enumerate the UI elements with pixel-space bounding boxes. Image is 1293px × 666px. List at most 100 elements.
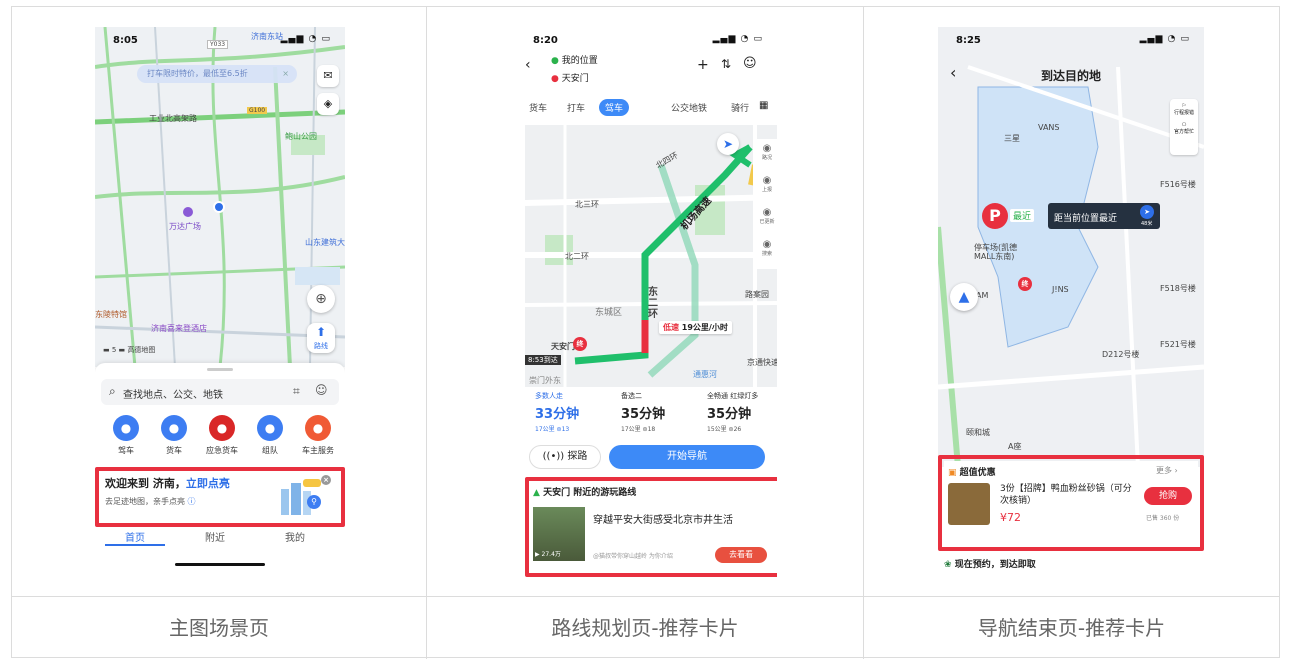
- add-waypoint-icon[interactable]: +: [697, 57, 709, 73]
- welcome-card[interactable]: 欢迎来到 济南，立即点亮 去足迹地图，亲手点亮 ⓘ: [105, 475, 305, 515]
- column-divider: [426, 7, 427, 659]
- route-options: 多数人走 33分钟 17公里 ⊜13 备选二 35分钟 17公里 ⊜18 全畅通 红绿灯多 3…: [525, 389, 777, 437]
- card-thumbnail: ▶ 27.4万: [533, 507, 585, 561]
- quick-item-label: 货车: [166, 446, 182, 455]
- map-tool-1[interactable]: ◉ 上报: [753, 175, 777, 193]
- quick-item-truck[interactable]: ● 货车: [151, 415, 197, 461]
- route-header: ‹ ● 我的位置 ● 天安门 + ⇅ ☺: [521, 51, 771, 87]
- map-label-north2: 北二环: [565, 252, 589, 261]
- caption-route-plan: 路线规划页-推荐卡片: [551, 616, 739, 640]
- road-badge: G100: [247, 107, 268, 114]
- quick-item-label: 组队: [262, 446, 278, 455]
- mode-tab-4[interactable]: 骑行: [725, 99, 755, 116]
- map-view[interactable]: 8:05 ▂▄▆ ◔ ▭ 济南东站 Y033 打车限时特价，最低至6.5折 × …: [95, 27, 345, 367]
- buy-button[interactable]: 抢购: [1144, 487, 1192, 505]
- tab-2[interactable]: 我的: [265, 529, 325, 544]
- mode-tab-3[interactable]: 公交地铁: [665, 99, 713, 116]
- probe-button[interactable]: ((•)) 探路: [529, 445, 601, 469]
- phone-main-map: 8:05 ▂▄▆ ◔ ▭ 济南东站 Y033 打车限时特价，最低至6.5折 × …: [95, 27, 345, 572]
- go-see-button[interactable]: 去看看: [715, 547, 767, 563]
- route-option-2[interactable]: 全畅通 红绿灯多 35分钟 15公里 ⊜26: [697, 389, 777, 437]
- more-link[interactable]: 更多 ›: [1156, 465, 1178, 476]
- truck-icon: ●: [161, 415, 187, 441]
- route-option-text: 多数人走: [535, 392, 563, 400]
- assistant-icon[interactable]: ☺: [315, 383, 328, 397]
- drag-handle[interactable]: [207, 368, 233, 371]
- column-divider: [863, 7, 864, 659]
- mode-tab-0[interactable]: 货车: [523, 99, 553, 116]
- card-close-icon[interactable]: ×: [321, 475, 331, 485]
- mode-tab-1[interactable]: 打车: [561, 99, 591, 116]
- map-label-tool: 路案园: [745, 290, 769, 299]
- quick-item-car-owner[interactable]: ● 车主服务: [295, 415, 341, 461]
- arrow-right-icon: ⓘ: [187, 497, 196, 506]
- map-tool-3[interactable]: ◉ 搜索: [753, 239, 777, 257]
- assistant-icon[interactable]: ☺: [743, 56, 757, 71]
- route-option-0[interactable]: 多数人走 33分钟 17公里 ⊜13: [525, 389, 609, 437]
- page-title: 到达目的地: [1040, 69, 1101, 83]
- route-option-text: 15公里 ⊜26: [707, 426, 742, 433]
- sold-count: 已售 360 份: [1146, 515, 1180, 522]
- search-box[interactable]: ⌕ 查找地点、公交、地铁 ⌗ ☺: [101, 379, 339, 405]
- quick-item-team[interactable]: ● 组队: [247, 415, 293, 461]
- scan-icon[interactable]: ⌗: [293, 384, 300, 399]
- quick-item-emergency-truck[interactable]: ● 应急货车: [199, 415, 245, 461]
- map-tool-2[interactable]: ◉ 已更新: [753, 207, 777, 225]
- current-location-marker: [213, 201, 225, 213]
- route-button[interactable]: ⬆ 路线: [307, 323, 335, 353]
- locate-button[interactable]: ⊕: [307, 285, 335, 313]
- destination-map[interactable]: 8:25 ▂▄▆ ◔ ▭ ‹ 到达目的地 ⚐ 行程报错 ⎔ 官方帮忙 三星 VANS…: [938, 27, 1204, 467]
- grid-menu-icon[interactable]: ▦: [759, 100, 768, 111]
- travel-card[interactable]: ▲ 天安门 附近的游玩路线 ▶ 27.4万 穿越平安大街感受北京市井生活 @猫叔…: [533, 485, 773, 569]
- navigation-arrow-icon: ➤: [717, 133, 739, 155]
- promo-bar[interactable]: 打车限时特价，最低至6.5折 ×: [137, 65, 297, 83]
- mode-tab-2[interactable]: 驾车: [599, 99, 630, 116]
- mall-poi-icon[interactable]: [183, 207, 193, 217]
- close-icon[interactable]: ×: [282, 65, 289, 83]
- layers-icon[interactable]: ◈: [317, 93, 339, 115]
- tab-0[interactable]: 首页: [105, 529, 165, 546]
- map-tools: ◉ 路况 ◉ 上报 ◉ 已更新 ◉ 搜索: [753, 139, 777, 269]
- official-help-button[interactable]: ⎔ 官方帮忙: [1170, 122, 1198, 135]
- map-label-jingtong: 京通快速路: [747, 358, 777, 367]
- report-error-button[interactable]: ⚐ 行程报错: [1170, 103, 1198, 116]
- mountain-icon: ▲: [533, 488, 540, 498]
- route-option-text: 17公里 ⊜18: [621, 426, 656, 433]
- nearest-tooltip: 距当前位置最近 ➤ 48米: [1048, 203, 1160, 229]
- map-label-expressway: 工业北高架路: [149, 114, 197, 123]
- arrival-time-badge: 8:53到达: [525, 355, 561, 365]
- back-icon[interactable]: ‹: [525, 57, 531, 73]
- destination-field[interactable]: ● 天安门: [551, 71, 589, 84]
- swap-icon[interactable]: ⇅: [721, 57, 731, 71]
- coupon-icon: ▣: [948, 468, 957, 478]
- caption-nav-end: 导航结束页-推荐卡片: [977, 616, 1166, 640]
- card-title: ▲ 天安门 附近的游玩路线: [533, 488, 637, 498]
- quick-item-label: 驾车: [118, 446, 134, 455]
- speed-tooltip: 低速 19公里/小时: [659, 321, 732, 334]
- map-tool-0[interactable]: ◉ 路况: [753, 143, 777, 161]
- map-label-chongwen: 崇门外东: [529, 376, 561, 385]
- map-label-mall: 万达广场: [169, 222, 201, 231]
- route-option-1[interactable]: 备选二 35分钟 17公里 ⊜18: [611, 389, 695, 437]
- probe-icon: ((•)): [542, 451, 565, 462]
- map-label-hotel: 济南喜来登酒店: [151, 324, 207, 333]
- card-title: 欢迎来到 济南，立即点亮: [105, 477, 230, 490]
- showcase-table: 主图场景页 路线规划页-推荐卡片 导航结束页-推荐卡片 8:05 ▂▄▆ ◔ ▭…: [11, 6, 1280, 659]
- quick-item-car[interactable]: ● 驾车: [103, 415, 149, 461]
- route-map[interactable]: 北四环 北三环 北二环 东城区 机场高速 东二环 低速 19公里/小时 路案园 …: [525, 125, 777, 387]
- origin-field[interactable]: ● 我的位置: [551, 53, 598, 66]
- map-label-north3: 北三环: [575, 200, 599, 209]
- reserve-bar[interactable]: ❀ 现在预约，到达即取: [944, 557, 1036, 570]
- start-navigation-button[interactable]: 开始导航: [609, 445, 765, 469]
- end-marker: 终: [573, 337, 587, 351]
- message-icon[interactable]: ✉: [317, 65, 339, 87]
- map-label-yihe: 颐和城: [966, 428, 990, 437]
- play-count: ▶ 27.4万: [535, 551, 561, 558]
- tab-1[interactable]: 附近: [185, 529, 245, 544]
- map-label-a: A座: [1008, 442, 1022, 451]
- phone-nav-end: 8:25 ▂▄▆ ◔ ▭ ‹ 到达目的地 ⚐ 行程报错 ⎔ 官方帮忙 三星 VANS…: [938, 27, 1204, 577]
- route-option-text: 33分钟: [535, 407, 580, 422]
- deal-card[interactable]: ▣ 超值优惠 更多 › 3份【招牌】鸭血粉丝砂锅（可分次核销） ¥72 抢购 已…: [944, 461, 1198, 545]
- parking-marker[interactable]: P: [982, 203, 1008, 229]
- card-subtitle: 去足迹地图，亲手点亮 ⓘ: [105, 497, 196, 506]
